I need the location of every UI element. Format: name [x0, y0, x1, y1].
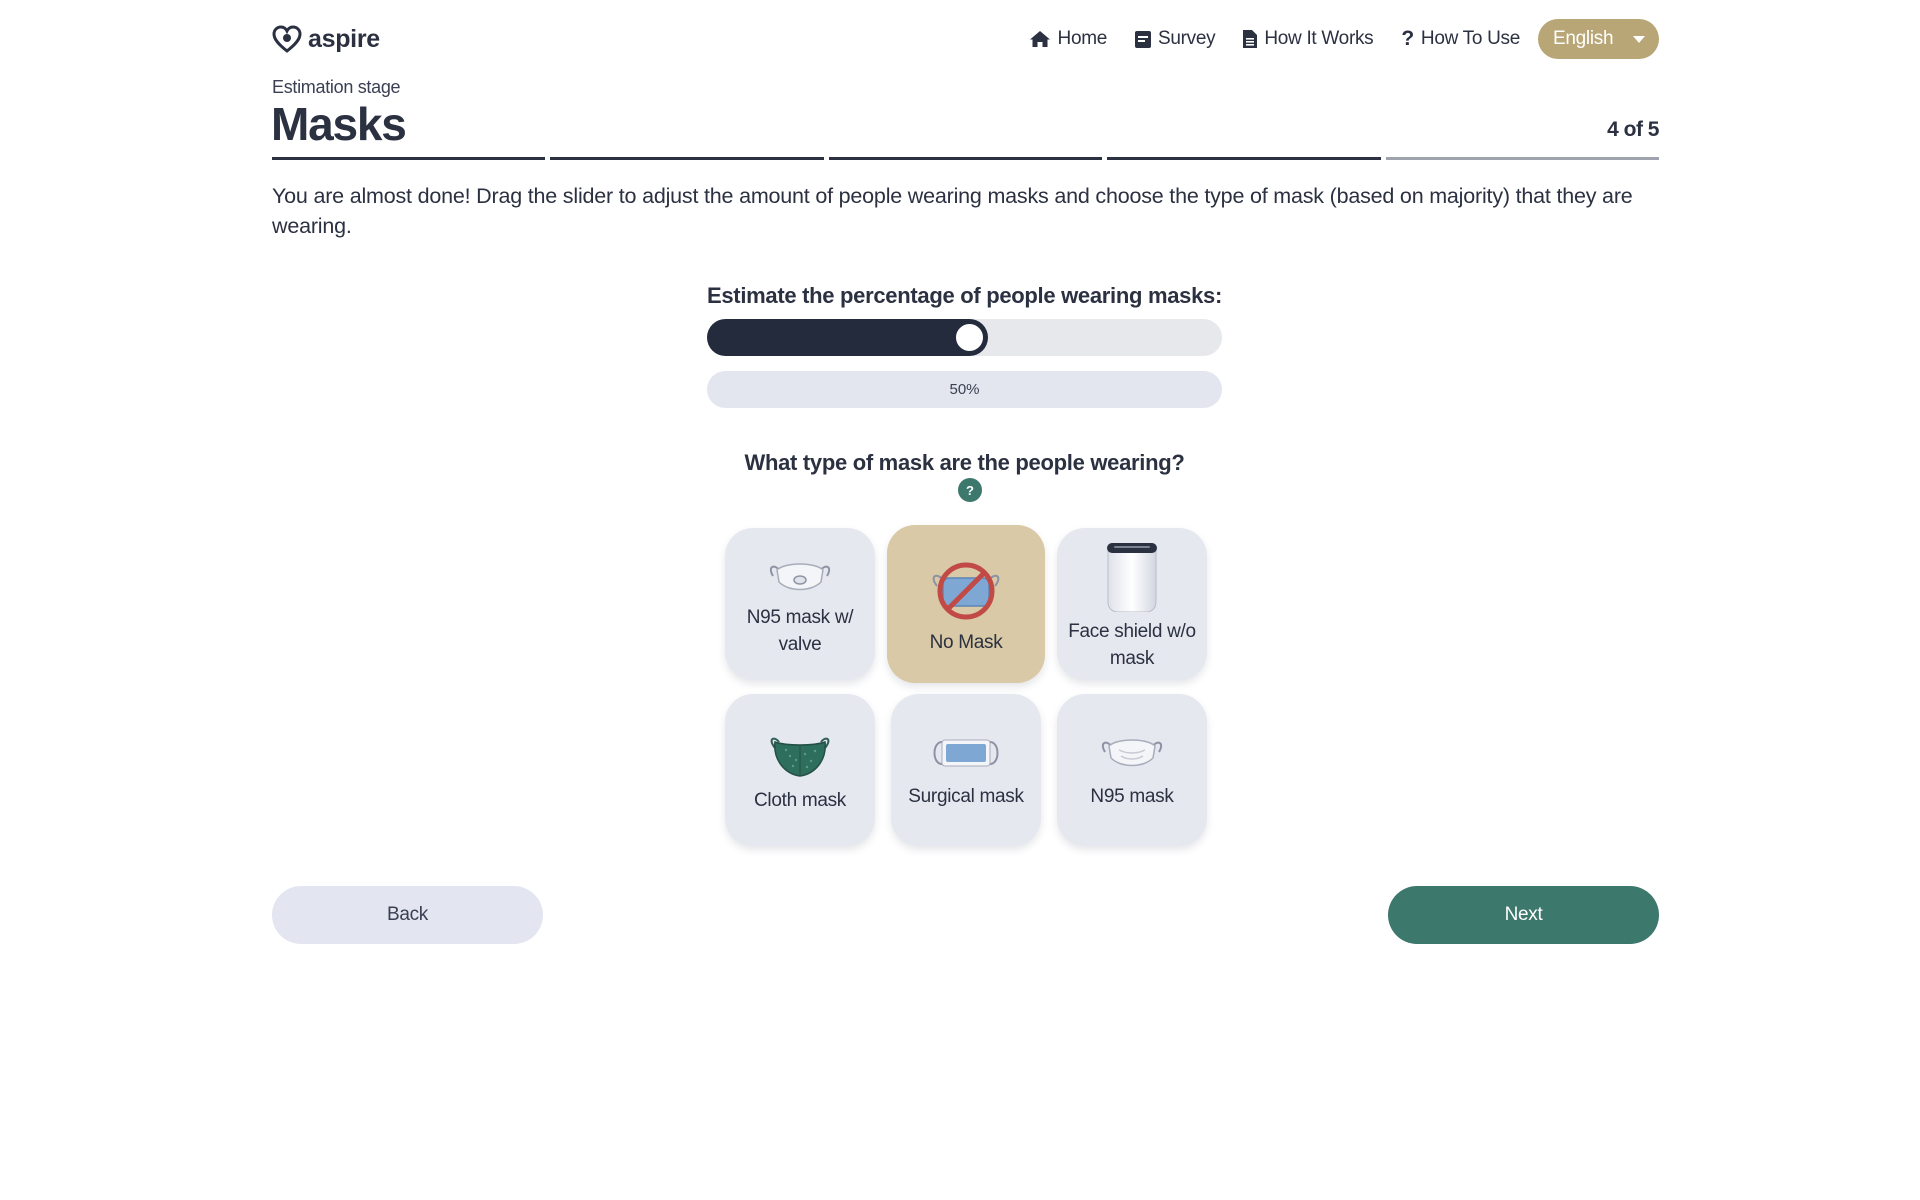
mask-percentage-block: Estimate the percentage of people wearin…: [707, 283, 1222, 408]
surgical-mask-icon: [930, 736, 1002, 770]
page-title: Masks: [271, 98, 407, 150]
mask-option-cloth[interactable]: Cloth mask: [725, 694, 875, 846]
slider-handle[interactable]: [953, 321, 986, 354]
mask-option-label: Face shield w/o mask: [1068, 621, 1196, 669]
progress-segment: [1107, 157, 1381, 160]
slider-value-display: 50%: [707, 371, 1222, 408]
step-counter: 4 of 5: [1607, 118, 1659, 141]
slider-label: Estimate the percentage of people wearin…: [707, 283, 1222, 308]
mask-option-label: No Mask: [929, 632, 1003, 653]
logo[interactable]: aspire: [272, 25, 380, 54]
instructions-text: You are almost done! Drag the slider to …: [272, 184, 1633, 238]
mask-option-label: Surgical mask: [908, 786, 1024, 807]
help-icon[interactable]: ?: [958, 478, 982, 502]
n95-mask-icon: [1097, 736, 1167, 770]
survey-icon: [1135, 30, 1152, 48]
mask-percentage-slider[interactable]: [707, 319, 1222, 356]
mask-option-no-mask[interactable]: No Mask: [887, 525, 1045, 683]
logo-text: aspire: [308, 24, 380, 53]
cloth-mask-icon: [765, 734, 835, 778]
mask-type-question: What type of mask are the people wearing…: [744, 450, 1185, 475]
step-progress-bar: [272, 157, 1660, 160]
caret-down-icon: [1633, 28, 1645, 50]
progress-segment: [828, 157, 1103, 160]
nav-how-to-use-label: How To Use: [1420, 28, 1520, 49]
mask-option-label: Cloth mask: [753, 790, 847, 811]
page: aspire Home Survey How It Works ? How To…: [0, 0, 1920, 1200]
nav-how-it-works[interactable]: How It Works: [1243, 28, 1374, 50]
mask-option-label: N95 mask: [1090, 786, 1174, 807]
header: aspire Home Survey How It Works ? How To…: [272, 18, 1659, 60]
main-nav: Home Survey How It Works ? How To Use En…: [1029, 19, 1659, 59]
document-icon: [1243, 30, 1258, 48]
nav-home[interactable]: Home: [1029, 28, 1107, 50]
mask-option-n95[interactable]: N95 mask: [1057, 694, 1207, 846]
mask-option-n95-valve[interactable]: N95 mask w/ valve: [725, 528, 875, 680]
slider-fill: [707, 319, 988, 356]
stage-subtitle: Estimation stage: [272, 77, 401, 97]
next-button[interactable]: Next: [1388, 886, 1659, 944]
home-icon: [1029, 30, 1051, 48]
language-select[interactable]: English: [1538, 19, 1659, 59]
nav-how-it-works-label: How It Works: [1264, 28, 1374, 49]
progress-segment: [1385, 157, 1660, 160]
mask-option-label: N95 mask w/ valve: [746, 607, 854, 655]
heart-logo-icon: [272, 25, 302, 53]
nav-how-to-use[interactable]: ? How To Use: [1401, 27, 1520, 51]
nav-survey[interactable]: Survey: [1135, 28, 1216, 50]
progress-segment: [272, 157, 546, 160]
mask-option-face-shield[interactable]: Face shield w/o mask: [1057, 528, 1207, 680]
question-icon: ?: [1401, 27, 1414, 50]
mask-option-surgical[interactable]: Surgical mask: [891, 694, 1041, 846]
language-label: English: [1553, 28, 1614, 49]
no-mask-icon: [927, 561, 1005, 621]
face-shield-icon: [1106, 542, 1158, 612]
n95-valve-mask-icon: [765, 558, 835, 594]
nav-home-label: Home: [1057, 28, 1108, 49]
back-button[interactable]: Back: [272, 886, 543, 944]
progress-segment: [550, 157, 824, 160]
nav-survey-label: Survey: [1158, 28, 1216, 49]
